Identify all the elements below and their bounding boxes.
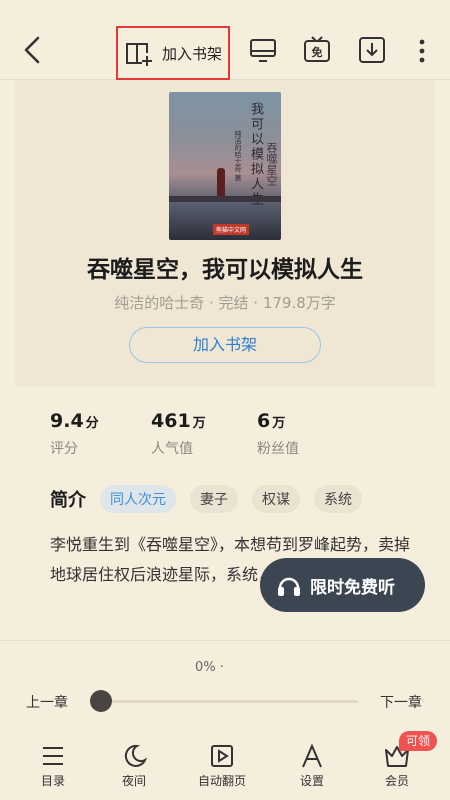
progress-text: 0% · [195,660,224,675]
monitor-icon[interactable] [249,36,277,64]
font-a-icon [302,744,322,768]
headphones-icon [278,577,300,596]
nav-settings[interactable]: 设置 [277,744,347,789]
add-to-shelf-top-label: 加入书架 [162,44,223,63]
play-page-icon [211,745,233,767]
progress-track[interactable] [100,700,358,703]
book-meta: 纯洁的哈士奇 · 完结 · 179.8万字 [114,294,336,312]
book-stats: 9.4 分 评分 461 万 人气值 6万 粉丝值 [0,410,450,466]
stat-rating: 9.4 分 评分 [50,410,99,457]
tag-fanfic[interactable]: 同人次元 [100,485,176,513]
nav-night-label: 夜间 [121,774,146,788]
nav-auto-page-label: 自动翻页 [197,774,246,788]
book-cover[interactable]: 我可以模拟人生 纯洁的哈士奇 著 吞噬星空 熊猫中文网 [169,92,281,240]
nav-night[interactable]: 夜间 [99,744,169,789]
add-to-shelf-top-button[interactable]: 加入书架 [116,26,230,80]
tag-wife[interactable]: 妻子 [190,485,238,513]
book-title: 吞噬星空，我可以模拟人生 [87,257,363,283]
stat-fans: 6万 粉丝值 [257,410,299,457]
next-chapter-button[interactable]: 下一章 [380,692,422,712]
nav-vip-label: 会员 [384,774,409,788]
cover-logo: 熊猫中文网 [213,224,250,235]
intro-row: 简介 同人次元 妻子 权谋 系统 [50,484,376,514]
moon-icon [124,744,147,767]
cover-author: 纯洁的哈士奇 著 [234,130,242,182]
intro-label: 简介 [50,490,86,511]
download-icon[interactable] [358,36,386,64]
cover-figure [217,168,225,196]
free-listen-label: 限时免费听 [310,577,395,598]
more-options-icon[interactable] [414,38,430,64]
list-icon [43,747,63,765]
free-tv-icon[interactable]: 免 [303,36,331,64]
tag-intrigue[interactable]: 权谋 [252,485,300,513]
cover-pier [169,196,281,202]
add-to-shelf-button[interactable]: 加入书架 [129,327,321,363]
book-add-icon [126,43,152,66]
nav-contents[interactable]: 目录 [18,744,88,789]
tag-system[interactable]: 系统 [314,485,362,513]
prev-chapter-button[interactable]: 上一章 [26,692,68,712]
stat-popularity: 461 万 人气值 [151,410,206,457]
nav-settings-label: 设置 [299,774,324,788]
nav-contents-label: 目录 [40,774,65,788]
nav-auto-page[interactable]: 自动翻页 [187,744,257,789]
free-listen-button[interactable]: 限时免费听 [260,558,425,612]
svg-text:免: 免 [312,45,323,59]
progress-thumb[interactable] [90,690,112,712]
vip-claim-badge: 可领 [399,731,437,751]
cover-subtitle: 吞噬星空 [265,142,278,186]
back-arrow-icon[interactable] [18,34,46,66]
